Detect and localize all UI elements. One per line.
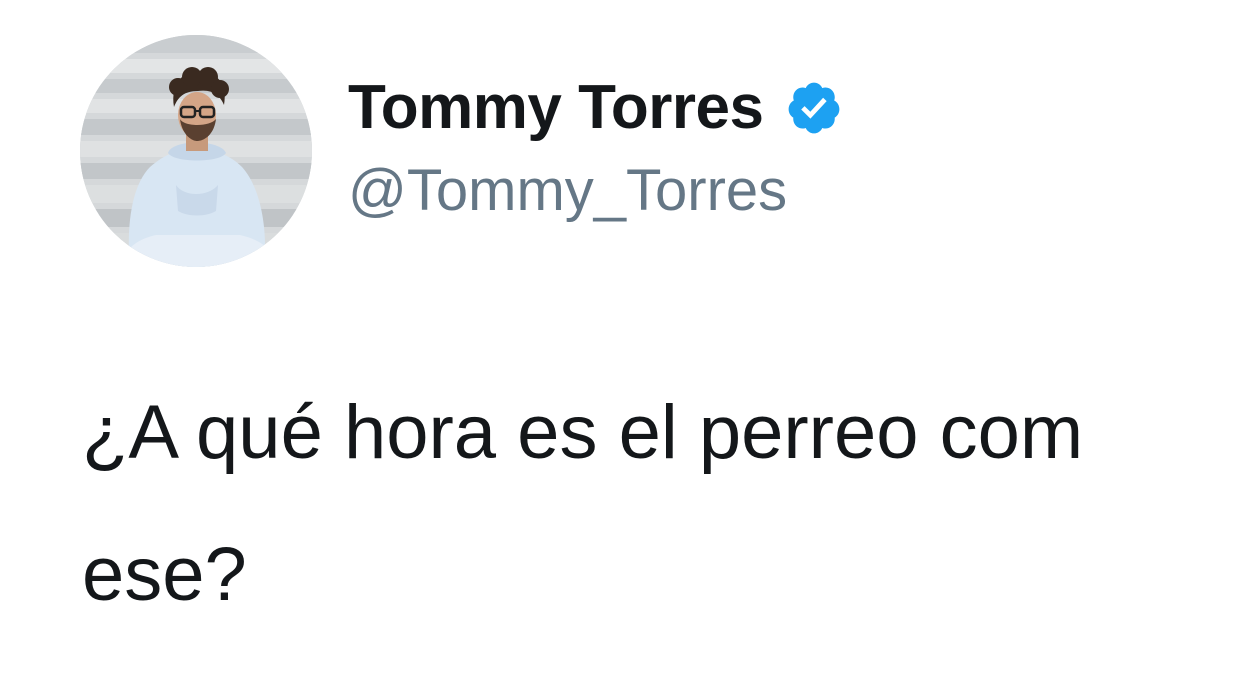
verified-badge-icon [789, 82, 840, 134]
author-handle[interactable]: @Tommy_Torres [348, 156, 787, 226]
author-name-row: Tommy Torres [348, 72, 843, 144]
tweet-text: ¿A qué hora es el perreo com ese? [82, 362, 1242, 646]
avatar[interactable] [80, 35, 312, 267]
author-display-name[interactable]: Tommy Torres [348, 72, 764, 144]
tweet-text-line-1: ¿A qué hora es el perreo com [82, 390, 1084, 475]
tweet-card: Tommy Torres @Tommy_Torres ¿A qué hora e… [0, 0, 1242, 698]
avatar-photo [80, 35, 312, 267]
tweet-text-line-2: ese? [82, 532, 247, 617]
